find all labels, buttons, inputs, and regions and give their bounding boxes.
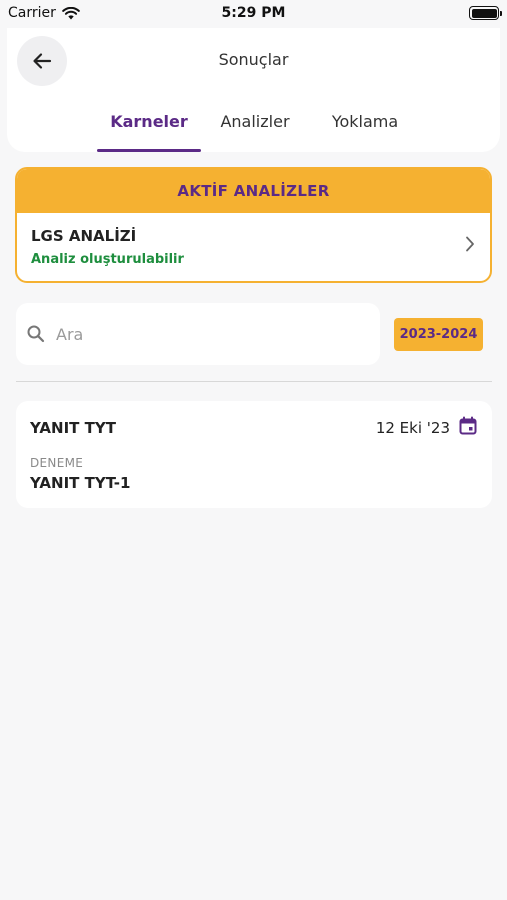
battery-icon <box>469 6 502 20</box>
header: Sonuçlar Karneler Analizler Yoklama <box>7 28 500 152</box>
tab-karneler[interactable]: Karneler <box>97 112 201 131</box>
result-date: 12 Eki '23 <box>375 419 450 437</box>
active-analyses-card: AKTİF ANALİZLER LGS ANALİZİ Analiz oluşt… <box>15 167 492 283</box>
result-type: DENEME <box>30 456 84 470</box>
result-name: YANIT TYT-1 <box>30 474 131 492</box>
result-card[interactable]: YANIT TYT 12 Eki '23 DENEME YANIT TYT-1 <box>16 401 492 508</box>
analysis-status: Analiz oluşturulabilir <box>31 252 184 267</box>
tab-bar: Karneler Analizler Yoklama <box>7 112 500 152</box>
status-bar: Carrier 5:29 PM <box>0 0 507 28</box>
chevron-right-icon <box>466 236 474 252</box>
divider <box>16 381 492 382</box>
calendar-icon <box>459 416 477 435</box>
search-icon <box>26 324 46 344</box>
page-title: Sonuçlar <box>218 50 289 69</box>
tab-yoklama[interactable]: Yoklama <box>320 112 410 131</box>
analysis-item[interactable]: LGS ANALİZİ Analiz oluşturulabilir <box>17 213 490 281</box>
analysis-title: LGS ANALİZİ <box>31 227 137 245</box>
year-filter-button[interactable]: 2023-2024 <box>394 318 483 351</box>
result-title: YANIT TYT <box>30 419 116 437</box>
active-analyses-heading: AKTİF ANALİZLER <box>17 169 490 213</box>
search-box <box>16 303 380 365</box>
active-tab-indicator <box>97 149 201 152</box>
search-input[interactable] <box>56 324 356 344</box>
tab-analizler[interactable]: Analizler <box>210 112 300 131</box>
status-time: 5:29 PM <box>221 5 286 21</box>
